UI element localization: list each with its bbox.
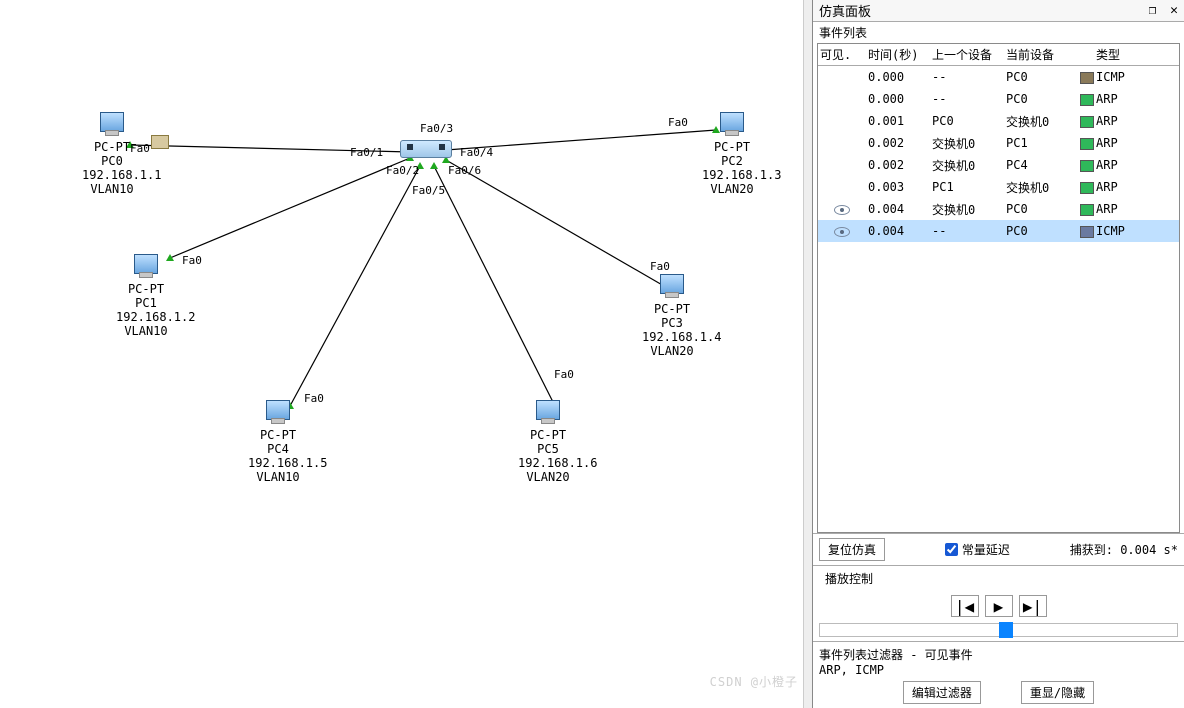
constant-delay-checkbox[interactable] [945, 543, 958, 556]
event-row[interactable]: 0.003PC1交换机0 ARP [818, 176, 1179, 198]
port-label: Fa0 [304, 392, 324, 405]
pc-icon [660, 274, 684, 294]
pc-label: PC-PTPC5192.168.1.6VLAN20 [518, 428, 578, 484]
port-label: Fa0/3 [420, 122, 453, 135]
panel-title-text: 仿真面板 [819, 1, 871, 20]
eye-icon [834, 227, 850, 237]
constant-delay-toggle[interactable]: 常量延迟 [945, 541, 1010, 558]
pc-label: PC-PTPC1192.168.1.2VLAN10 [116, 282, 176, 338]
topology-canvas[interactable]: Fa0/3Fa0/1Fa0/4Fa0/2Fa0/6Fa0/5 PC-PTPC01… [0, 0, 812, 708]
pc-pc2[interactable]: PC-PTPC2192.168.1.3VLAN20 [702, 112, 762, 196]
port-label: Fa0 [182, 254, 202, 267]
event-list-header: 可见. 时间(秒) 上一个设备 当前设备 类型 [818, 44, 1179, 66]
captured-time-label: 捕获到: 0.004 s* [1070, 541, 1178, 558]
port-label: Fa0/5 [412, 184, 445, 197]
edit-filters-button[interactable]: 编辑过滤器 [903, 681, 981, 704]
port-label: Fa0/2 [386, 164, 419, 177]
simulation-panel: 仿真面板 ❐ ✕ 事件列表 可见. 时间(秒) 上一个设备 当前设备 类型 0.… [812, 0, 1184, 708]
port-label: Fa0/6 [448, 164, 481, 177]
protocol-color-chip [1080, 226, 1094, 238]
pc-icon [134, 254, 158, 274]
filter-label: 事件列表过滤器 - 可见事件 [819, 646, 1178, 663]
protocol-color-chip [1080, 94, 1094, 106]
speed-slider-thumb[interactable] [999, 622, 1013, 638]
event-row[interactable]: 0.004--PC0 ICMP [818, 220, 1179, 242]
protocol-color-chip [1080, 160, 1094, 172]
protocol-color-chip [1080, 116, 1094, 128]
event-row[interactable]: 0.002交换机0PC4 ARP [818, 154, 1179, 176]
port-label: Fa0 [650, 260, 670, 273]
pc-pc5[interactable]: PC-PTPC5192.168.1.6VLAN20 [518, 400, 578, 484]
play-button[interactable]: ▶ [985, 595, 1013, 617]
protocol-color-chip [1080, 72, 1094, 84]
switch-icon [400, 140, 452, 158]
filter-protocols: ARP, ICMP [819, 663, 1178, 677]
pc-pc1[interactable]: PC-PTPC1192.168.1.2VLAN10 [116, 254, 176, 338]
watermark-text: CSDN @小橙子 [710, 673, 798, 690]
pc-label: PC-PTPC4192.168.1.5VLAN10 [248, 428, 308, 484]
event-list: 可见. 时间(秒) 上一个设备 当前设备 类型 0.000--PC0 ICMP … [817, 43, 1180, 533]
event-row[interactable]: 0.002交换机0PC1 ARP [818, 132, 1179, 154]
pc-icon [536, 400, 560, 420]
pc-pc3[interactable]: PC-PTPC3192.168.1.4VLAN20 [642, 274, 702, 358]
protocol-color-chip [1080, 182, 1094, 194]
event-list-label: 事件列表 [813, 22, 1184, 43]
show-hide-button[interactable]: 重显/隐藏 [1021, 681, 1094, 704]
port-label: Fa0/1 [350, 146, 383, 159]
pc-icon [720, 112, 744, 132]
event-row[interactable]: 0.004交换机0PC0 ARP [818, 198, 1179, 220]
pc-pc4[interactable]: PC-PTPC4192.168.1.5VLAN10 [248, 400, 308, 484]
pc-label: PC-PTPC3192.168.1.4VLAN20 [642, 302, 702, 358]
pc-icon [266, 400, 290, 420]
protocol-color-chip [1080, 204, 1094, 216]
port-label: Fa0/4 [460, 146, 493, 159]
pc-icon [100, 112, 124, 132]
step-back-button[interactable]: |◀ [951, 595, 979, 617]
port-label: Fa0 [130, 142, 150, 155]
packet-envelope-icon[interactable] [151, 135, 169, 149]
port-label: Fa0 [554, 368, 574, 381]
port-label: Fa0 [668, 116, 688, 129]
pc-label: PC-PTPC2192.168.1.3VLAN20 [702, 140, 762, 196]
speed-slider[interactable] [819, 623, 1178, 637]
event-row[interactable]: 0.000--PC0 ARP [818, 88, 1179, 110]
event-row[interactable]: 0.001PC0交换机0 ARP [818, 110, 1179, 132]
switch-device[interactable] [400, 140, 452, 158]
popout-icon[interactable]: ❐ [1149, 3, 1157, 18]
event-row[interactable]: 0.000--PC0 ICMP [818, 66, 1179, 88]
vertical-scrollbar-thumb[interactable] [805, 2, 811, 122]
playback-label: 播放控制 [819, 568, 1178, 589]
reset-simulation-button[interactable]: 复位仿真 [819, 538, 885, 561]
eye-icon [834, 205, 850, 215]
protocol-color-chip [1080, 138, 1094, 150]
close-icon[interactable]: ✕ [1170, 3, 1178, 18]
step-forward-button[interactable]: ▶| [1019, 595, 1047, 617]
